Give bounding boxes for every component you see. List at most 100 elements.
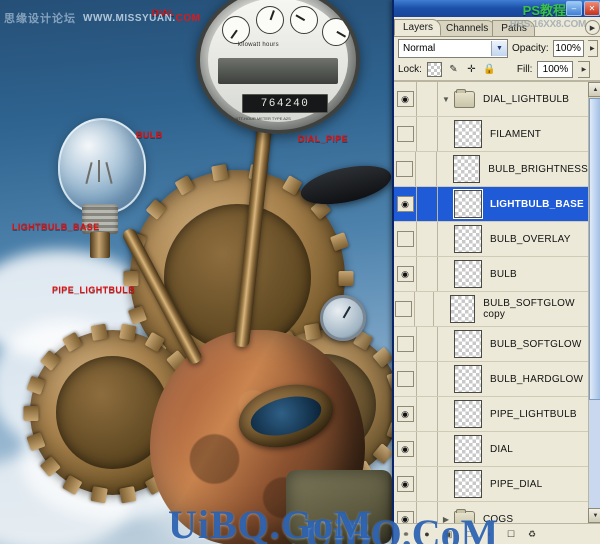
layer-link-cell[interactable] (417, 397, 438, 431)
blend-mode-select[interactable]: Normal ▼ (398, 38, 508, 58)
layer-link-cell[interactable] (417, 327, 438, 361)
layer-row[interactable]: BULB_SOFTGLOW copy (394, 292, 588, 327)
layer-row[interactable]: BULB_BRIGHTNESS (394, 152, 588, 187)
layer-visibility-toggle[interactable]: ◉ (394, 187, 417, 221)
layer-row[interactable]: ◉ ▼ DIAL_LIGHTBULB (394, 82, 588, 117)
scroll-down-icon[interactable]: ▼ (588, 508, 600, 523)
layer-row[interactable]: ◉ BULB (394, 257, 588, 292)
tab-layers[interactable]: Layers (394, 19, 442, 36)
layer-visibility-toggle[interactable]: ◉ (394, 82, 417, 116)
palette-menu-icon[interactable]: ▶ (585, 20, 600, 35)
opacity-input[interactable]: 100% (552, 39, 584, 57)
scrollbar-thumb[interactable] (589, 98, 600, 400)
chevron-down-icon[interactable]: ▼ (438, 95, 454, 104)
layer-link-cell[interactable] (417, 467, 438, 501)
lock-all-icon[interactable]: 🔒 (483, 63, 496, 76)
layer-link-cell[interactable] (416, 152, 437, 186)
layer-visibility-toggle[interactable]: ◉ (394, 432, 417, 466)
cog-tooth (118, 485, 137, 503)
minimize-button[interactable]: – (566, 1, 582, 16)
opacity-stepper-icon[interactable]: ▶ (587, 39, 598, 57)
meter-subdial (322, 18, 350, 46)
scrollbar-track[interactable] (589, 400, 600, 508)
layer-thumbnail[interactable] (449, 295, 476, 323)
layer-visibility-toggle[interactable]: ◉ (394, 257, 417, 291)
watermark-chinese: 思缘设计论坛 (4, 13, 76, 25)
layer-name: FILAMENT (490, 128, 542, 140)
layer-visibility-toggle[interactable] (394, 292, 415, 326)
eye-icon[interactable]: ◉ (396, 196, 414, 212)
layer-thumbnail[interactable] (454, 120, 482, 148)
eye-hidden-icon[interactable] (395, 301, 413, 317)
close-button[interactable]: ✕ (584, 1, 600, 16)
scroll-up-icon[interactable]: ▲ (588, 82, 600, 97)
layer-link-cell[interactable] (417, 82, 438, 116)
layer-thumbnail[interactable] (454, 365, 482, 393)
lock-options-row: Lock: ✎ ✛ 🔒 Fill: 100% ▶ (394, 59, 600, 81)
eye-icon[interactable]: ◉ (396, 266, 414, 282)
layer-link-cell[interactable] (417, 117, 438, 151)
layer-visibility-toggle[interactable] (394, 152, 417, 186)
layer-thumbnail[interactable] (454, 225, 482, 253)
lock-transparency-icon[interactable] (426, 62, 442, 77)
layer-link-cell[interactable] (417, 432, 438, 466)
layer-row[interactable]: ◉ LIGHTBULB_BASE (394, 187, 588, 222)
photoshop-canvas[interactable]: kilowatt hours 764240 WATT-HOUR METER TY… (0, 0, 392, 544)
light-bulb-filament (78, 158, 122, 198)
chevron-down-icon[interactable]: ▼ (491, 40, 507, 56)
layer-thumbnail[interactable] (454, 260, 482, 288)
annotation-bulb: BULB (136, 130, 163, 140)
layer-list[interactable]: ◉ ▼ DIAL_LIGHTBULB FILAMENT BULB_BRIGHTNESS ◉… (394, 82, 588, 523)
eye-hidden-icon[interactable] (396, 231, 414, 247)
palette-footer: ⚭ ● ▣ □ ◐ ☐ ♻ UiBQ.CoM (304, 511, 600, 544)
eye-icon[interactable]: ◉ (396, 476, 414, 492)
layer-thumbnail[interactable] (454, 470, 482, 498)
layer-thumbnail[interactable] (453, 189, 483, 219)
layer-visibility-toggle[interactable]: ◉ (394, 397, 417, 431)
layer-row[interactable]: FILAMENT (394, 117, 588, 152)
fill-input[interactable]: 100% (537, 61, 574, 78)
layer-link-cell[interactable] (417, 257, 438, 291)
layer-row[interactable]: ◉ PIPE_DIAL (394, 467, 588, 502)
eye-hidden-icon[interactable] (396, 161, 414, 177)
layer-name: BULB_HARDGLOW (490, 373, 584, 385)
layer-row[interactable]: BULB_OVERLAY (394, 222, 588, 257)
layer-row[interactable]: BULB_HARDGLOW (394, 362, 588, 397)
layer-visibility-toggle[interactable] (394, 362, 417, 396)
layer-row[interactable]: ◉ DIAL (394, 432, 588, 467)
layer-row[interactable]: BULB_SOFTGLOW (394, 327, 588, 362)
fill-stepper-icon[interactable]: ▶ (578, 61, 591, 78)
layer-link-cell[interactable] (415, 292, 434, 326)
layer-link-cell[interactable] (417, 187, 438, 221)
tab-channels[interactable]: Channels (437, 20, 497, 36)
layer-visibility-toggle[interactable] (394, 327, 417, 361)
layer-visibility-toggle[interactable]: ◉ (394, 467, 417, 501)
layer-thumbnail[interactable] (454, 400, 482, 428)
layer-name: BULB (490, 268, 517, 280)
layer-name: PIPE_DIAL (490, 478, 543, 490)
lock-image-icon[interactable]: ✎ (447, 63, 460, 76)
eye-icon[interactable]: ◉ (396, 441, 414, 457)
layer-row[interactable]: ◉ PIPE_LIGHTBULB (394, 397, 588, 432)
layer-link-cell[interactable] (417, 362, 438, 396)
folder-icon (454, 88, 475, 108)
eye-hidden-icon[interactable] (396, 336, 414, 352)
new-layer-icon[interactable]: ☐ (504, 527, 518, 541)
eye-icon[interactable]: ◉ (396, 406, 414, 422)
palette-titlebar[interactable]: PS教程 – ✕ (394, 0, 600, 18)
layer-visibility-toggle[interactable] (394, 117, 417, 151)
layer-thumbnail[interactable] (454, 330, 482, 358)
lock-label: Lock: (398, 64, 422, 75)
layer-link-cell[interactable] (417, 222, 438, 256)
lock-position-icon[interactable]: ✛ (465, 63, 478, 76)
layer-visibility-toggle[interactable] (394, 222, 417, 256)
layer-name: LIGHTBULB_BASE (490, 198, 584, 210)
eye-hidden-icon[interactable] (396, 371, 414, 387)
layer-thumbnail[interactable] (454, 435, 482, 463)
delete-layer-icon[interactable]: ♻ (525, 527, 539, 541)
layer-scrollbar[interactable]: ▲ ▼ (588, 82, 600, 523)
layer-thumbnail[interactable] (452, 155, 481, 183)
eye-icon[interactable]: ◉ (396, 91, 414, 107)
eye-hidden-icon[interactable] (396, 126, 414, 142)
watermark-url: WWW.MISSYUAN.COM (83, 13, 200, 24)
